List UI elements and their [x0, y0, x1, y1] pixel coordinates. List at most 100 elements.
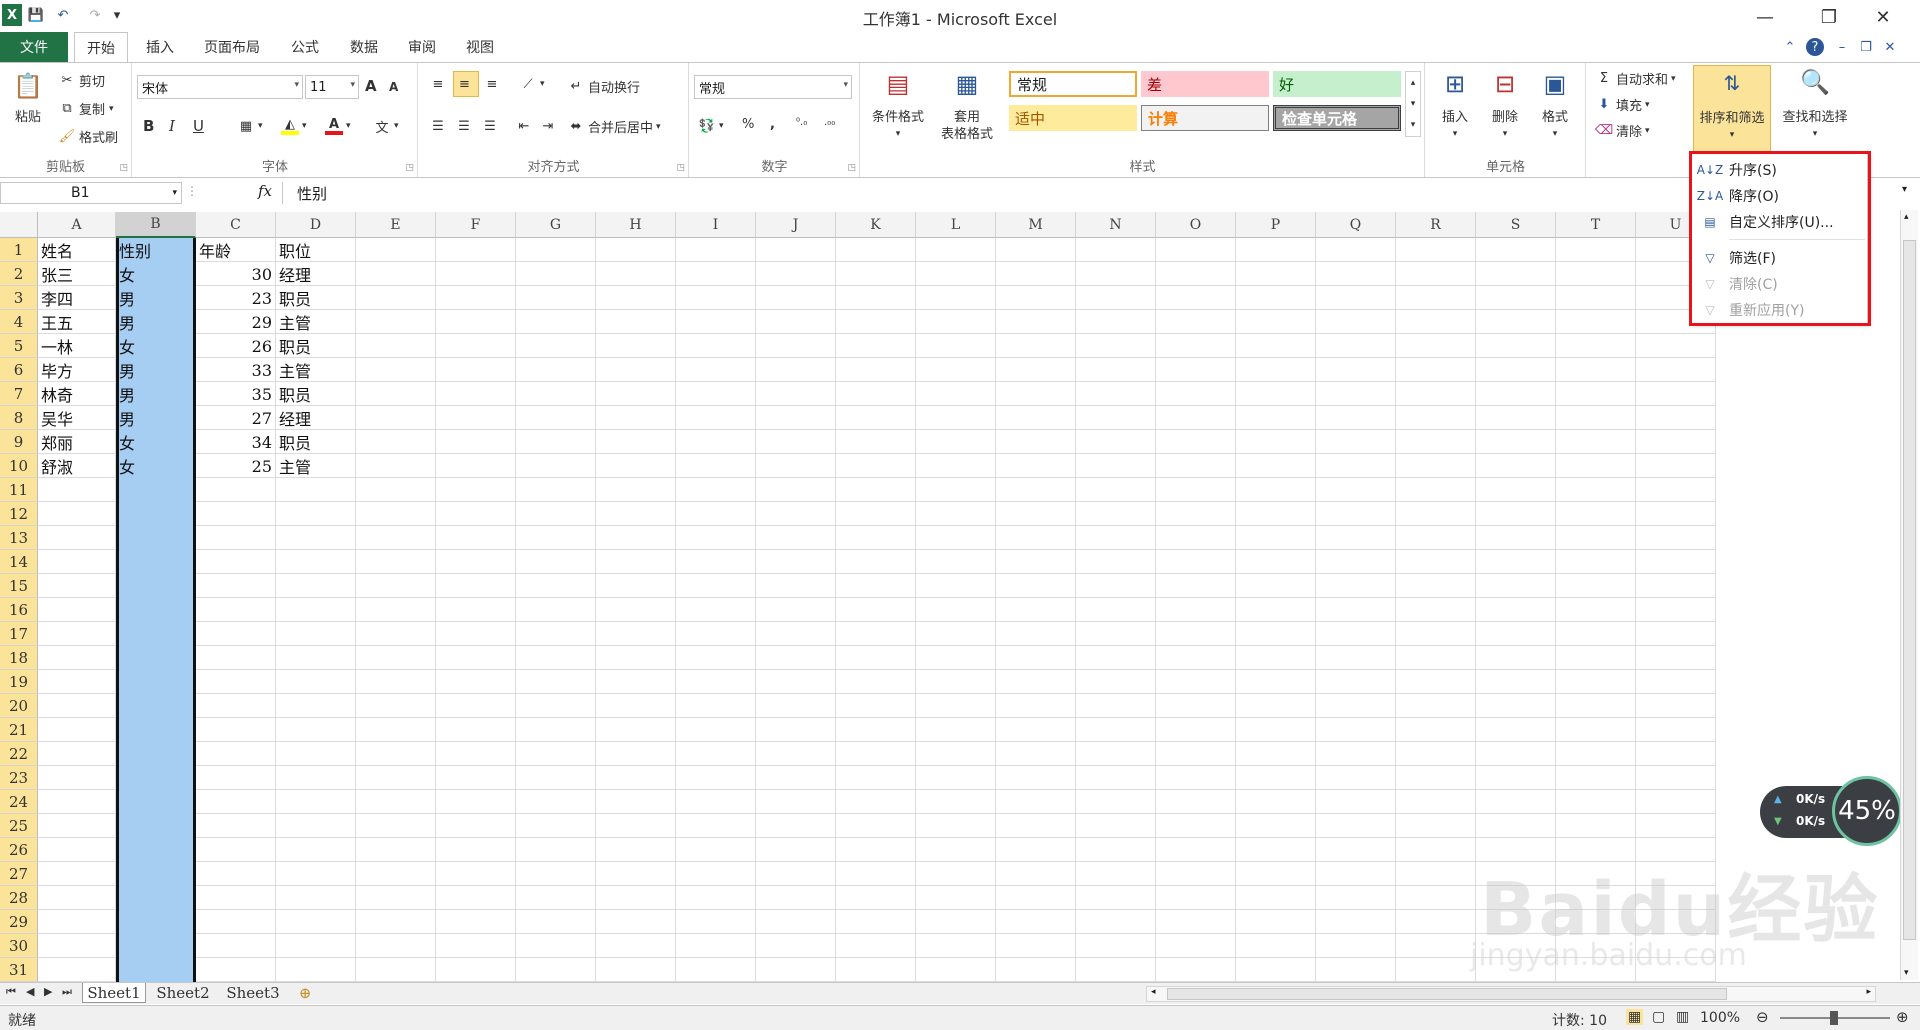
- column-header-p[interactable]: P: [1236, 212, 1316, 238]
- row-header-31[interactable]: 31: [0, 958, 38, 982]
- paste-button[interactable]: 📋 粘贴: [6, 69, 50, 126]
- grow-font-button[interactable]: A: [365, 77, 377, 95]
- cell-b4[interactable]: 男: [116, 310, 196, 334]
- row-header-1[interactable]: 1: [0, 238, 38, 262]
- menu-item-custom-sort[interactable]: ▤ 自定义排序(U)...: [1691, 209, 1867, 235]
- row-header-16[interactable]: 16: [0, 598, 38, 622]
- expand-formula-bar-icon[interactable]: ▾: [1902, 184, 1907, 195]
- row-header-19[interactable]: 19: [0, 670, 38, 694]
- style-check-cell[interactable]: 检查单元格: [1273, 105, 1401, 131]
- accounting-button[interactable]: 💱 ▾: [698, 117, 724, 135]
- increase-decimal-button[interactable]: ⁰.₀: [796, 117, 807, 128]
- cell-d2[interactable]: 经理: [276, 262, 356, 286]
- zoom-in-icon[interactable]: ⊕: [1896, 1008, 1909, 1026]
- worksheet-grid[interactable]: ABCDEFGHIJKLMNOPQRSTU 1 2 3 4 5 6 7 8 9 10 11 12 13 1…: [0, 208, 1920, 982]
- row-header-26[interactable]: 26: [0, 838, 38, 862]
- last-sheet-icon[interactable]: ⏭: [62, 985, 72, 999]
- style-calculation[interactable]: 计算: [1141, 105, 1269, 131]
- underline-button[interactable]: U: [193, 117, 204, 135]
- align-left-button[interactable]: ☰: [429, 117, 450, 135]
- delete-cells-button[interactable]: ⊟ 删除 ▾: [1482, 67, 1528, 143]
- number-launcher-icon[interactable]: ◳: [847, 163, 856, 173]
- normal-view-icon[interactable]: ▦: [1626, 1009, 1644, 1025]
- align-right-button[interactable]: ☰: [481, 117, 502, 135]
- cell-a8[interactable]: 吴华: [38, 406, 116, 430]
- insert-cells-button[interactable]: ⊞ 插入 ▾: [1432, 67, 1478, 143]
- row-header-14[interactable]: 14: [0, 550, 38, 574]
- decrease-decimal-button[interactable]: .₀₀: [824, 117, 835, 128]
- cell-b5[interactable]: 女: [116, 334, 196, 358]
- column-header-j[interactable]: J: [756, 212, 836, 238]
- cell-d10[interactable]: 主管: [276, 454, 356, 478]
- cell-a9[interactable]: 郑丽: [38, 430, 116, 454]
- select-all-corner[interactable]: [0, 212, 38, 238]
- comma-button[interactable]: ,: [770, 117, 775, 132]
- shrink-font-button[interactable]: A: [389, 80, 398, 94]
- row-header-21[interactable]: 21: [0, 718, 38, 742]
- column-header-r[interactable]: R: [1396, 212, 1476, 238]
- clear-button[interactable]: ⌫ 清除 ▾: [1595, 121, 1650, 140]
- cell-d6[interactable]: 主管: [276, 358, 356, 382]
- style-neutral[interactable]: 适中: [1009, 105, 1137, 131]
- cell-d1[interactable]: 职位: [276, 238, 356, 262]
- workbook-restore-icon[interactable]: ❐: [1856, 37, 1876, 57]
- column-header-g[interactable]: G: [516, 212, 596, 238]
- cell-c6[interactable]: 33: [196, 358, 276, 382]
- insert-sheet-icon[interactable]: ⊕: [290, 983, 320, 1003]
- tab-insert[interactable]: 插入: [136, 32, 184, 62]
- zoom-level[interactable]: 100%: [1700, 1010, 1740, 1026]
- column-header-q[interactable]: Q: [1316, 212, 1396, 238]
- cell-b10[interactable]: 女: [116, 454, 196, 478]
- cell-d8[interactable]: 经理: [276, 406, 356, 430]
- zoom-slider-knob[interactable]: [1830, 1011, 1838, 1025]
- row-header-6[interactable]: 6: [0, 358, 38, 382]
- row-header-29[interactable]: 29: [0, 910, 38, 934]
- cell-c3[interactable]: 23: [196, 286, 276, 310]
- row-header-15[interactable]: 15: [0, 574, 38, 598]
- row-header-25[interactable]: 25: [0, 814, 38, 838]
- cell-b9[interactable]: 女: [116, 430, 196, 454]
- cell-a5[interactable]: 一林: [38, 334, 116, 358]
- tab-page-layout[interactable]: 页面布局: [196, 32, 268, 62]
- cell-d9[interactable]: 职员: [276, 430, 356, 454]
- cell-c2[interactable]: 30: [196, 262, 276, 286]
- cut-button[interactable]: ✂ 剪切: [58, 71, 105, 90]
- net-speed-widget[interactable]: ▲ 0K/s ▼ 0K/s 45%: [1760, 776, 1910, 846]
- cell-b7[interactable]: 男: [116, 382, 196, 406]
- copy-button[interactable]: ⧉ 复制 ▾: [58, 99, 113, 118]
- cell-c8[interactable]: 27: [196, 406, 276, 430]
- row-header-27[interactable]: 27: [0, 862, 38, 886]
- row-header-8[interactable]: 8: [0, 406, 38, 430]
- cell-d5[interactable]: 职员: [276, 334, 356, 358]
- column-header-b[interactable]: B: [116, 212, 196, 238]
- formula-bar-splitter-icon[interactable]: ⋮: [186, 184, 198, 198]
- align-middle-button[interactable]: ≡: [453, 71, 479, 97]
- cell-d4[interactable]: 主管: [276, 310, 356, 334]
- row-header-24[interactable]: 24: [0, 790, 38, 814]
- column-header-k[interactable]: K: [836, 212, 916, 238]
- cell-c9[interactable]: 34: [196, 430, 276, 454]
- cell-c10[interactable]: 25: [196, 454, 276, 478]
- row-header-12[interactable]: 12: [0, 502, 38, 526]
- formula-input[interactable]: 性别: [282, 182, 1902, 204]
- clipboard-launcher-icon[interactable]: ◳: [119, 163, 128, 173]
- column-header-d[interactable]: D: [276, 212, 356, 238]
- cell-a2[interactable]: 张三: [38, 262, 116, 286]
- minimize-ribbon-icon[interactable]: ⌃: [1780, 37, 1800, 57]
- row-header-22[interactable]: 22: [0, 742, 38, 766]
- number-format-combo[interactable]: 常规 ▾: [694, 75, 852, 99]
- row-header-20[interactable]: 20: [0, 694, 38, 718]
- row-header-18[interactable]: 18: [0, 646, 38, 670]
- vertical-scrollbar[interactable]: ▴ ▾: [1900, 210, 1918, 980]
- style-good[interactable]: 好: [1273, 71, 1401, 97]
- insert-function-button[interactable]: fx: [258, 182, 272, 200]
- column-header-o[interactable]: O: [1156, 212, 1236, 238]
- merge-center-button[interactable]: ⬌ 合并后居中 ▾: [567, 117, 661, 136]
- page-break-view-icon[interactable]: ▥: [1676, 1009, 1689, 1025]
- tab-data[interactable]: 数据: [340, 32, 388, 62]
- menu-item-sort-descending[interactable]: Z↓A 降序(O): [1691, 183, 1867, 209]
- prev-sheet-icon[interactable]: ◀: [26, 985, 34, 998]
- row-header-11[interactable]: 11: [0, 478, 38, 502]
- close-button[interactable]: ✕: [1860, 2, 1906, 32]
- row-header-30[interactable]: 30: [0, 934, 38, 958]
